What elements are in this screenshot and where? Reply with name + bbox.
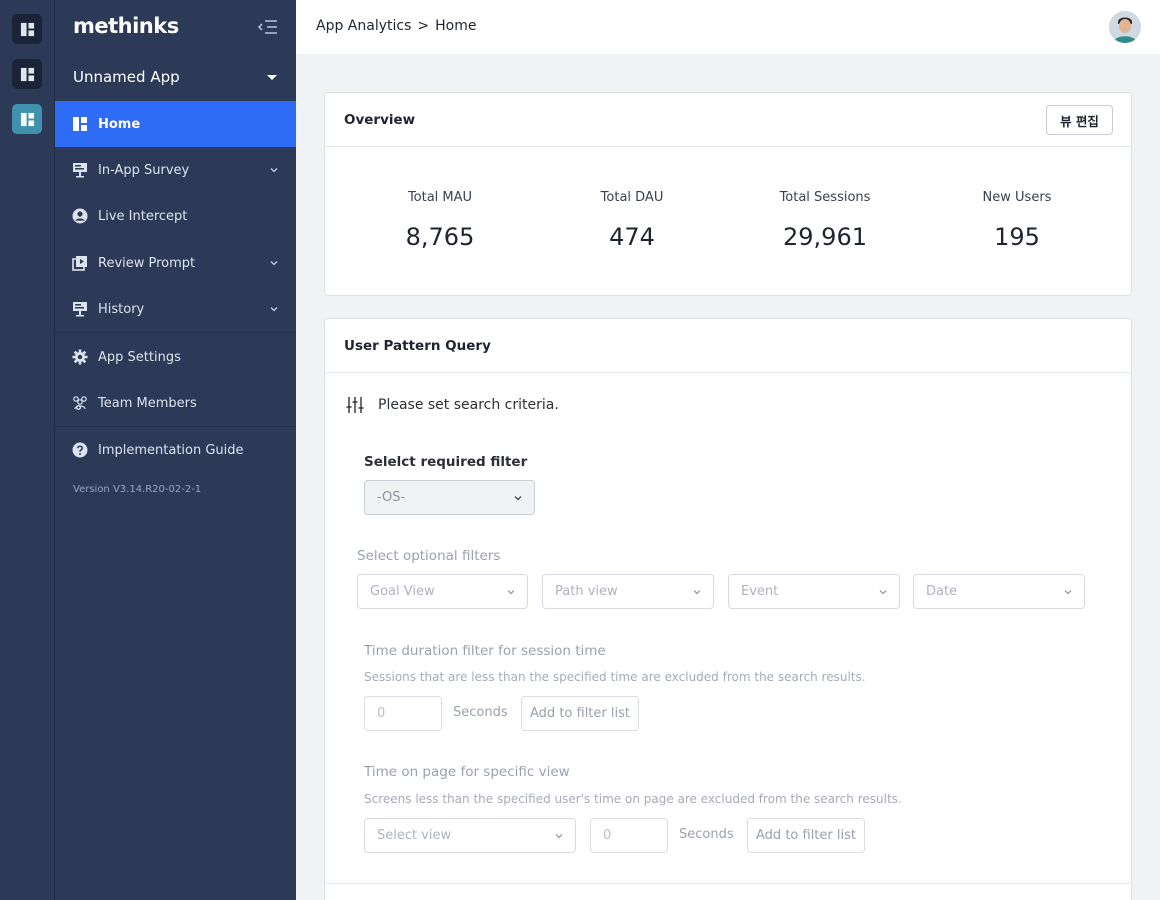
sidebar-item-live-intercept[interactable]: Live Intercept (55, 193, 296, 239)
breadcrumb-item[interactable]: App Analytics (316, 18, 411, 34)
chevron-down-icon (879, 590, 887, 595)
select-value: Path view (555, 584, 618, 599)
goal-view-select[interactable]: Goal View (357, 574, 528, 609)
query-header: User Pattern Query (325, 319, 1131, 373)
sliders-icon (346, 397, 364, 413)
presentation-icon (71, 301, 88, 318)
dashboard-icon (20, 22, 34, 36)
chevron-down-icon (507, 590, 515, 595)
stat-value: 29,961 (783, 223, 867, 251)
overview-title: Overview (344, 111, 416, 128)
chevron-down-icon (270, 168, 278, 173)
sidebar-item-implementation-guide[interactable]: Implementation Guide (55, 427, 296, 473)
stat-value: 195 (994, 223, 1040, 251)
select-value: Event (741, 584, 779, 599)
rail-app-button-2[interactable] (12, 59, 42, 89)
select-value: Select view (377, 828, 452, 843)
duration-filter-title: Time duration filter for session time (364, 643, 606, 659)
overview-card: Overview 뷰 편집 Total MAU 8,765 Total DAU … (324, 92, 1132, 296)
page-seconds-input[interactable]: 0 (590, 818, 668, 853)
view-select[interactable]: Select view (364, 818, 576, 853)
team-icon (71, 395, 88, 412)
user-circle-icon (71, 208, 88, 225)
sidebar: methinks Unnamed App Home In-App Survey … (55, 0, 296, 900)
rail-app-button-3[interactable] (12, 104, 42, 134)
caret-down-icon (267, 75, 277, 80)
duration-filter-desc: Sessions that are less than the specifie… (364, 670, 866, 684)
page-unit-label: Seconds (679, 827, 734, 842)
date-select[interactable]: Date (913, 574, 1085, 609)
stat-value: 474 (609, 223, 655, 251)
sidebar-item-label: Review Prompt (98, 255, 196, 271)
chevron-down-icon (693, 590, 701, 595)
video-stack-icon (71, 255, 88, 272)
select-value: Goal View (370, 584, 435, 599)
avatar[interactable] (1109, 11, 1141, 43)
chevron-down-icon (1064, 590, 1072, 595)
chevron-down-icon (555, 834, 563, 839)
sidebar-item-review-prompt[interactable]: Review Prompt (55, 240, 296, 286)
sidebar-item-home[interactable]: Home (55, 101, 296, 147)
stat-label: Total MAU (407, 190, 473, 205)
duration-add-to-filter-button[interactable]: Add to filter list (521, 696, 639, 731)
sidebar-item-label: Home (98, 116, 141, 132)
stat-label: Total DAU (600, 190, 664, 205)
version-label: Version V3.14.R20-02-2-1 (73, 484, 202, 495)
sidebar-item-label: In-App Survey (98, 162, 190, 178)
duration-unit-label: Seconds (453, 705, 508, 720)
overview-stats: Total MAU 8,765 Total DAU 474 Total Sess… (325, 147, 1131, 295)
collapse-menu-icon[interactable] (258, 17, 278, 37)
help-icon (71, 442, 88, 459)
user-pattern-query-card: User Pattern Query Please set search cri… (324, 318, 1133, 900)
app-rail (0, 0, 55, 900)
sidebar-item-label: History (98, 301, 145, 317)
sidebar-divider (55, 332, 296, 333)
search-criteria: Please set search criteria. (345, 395, 559, 415)
user-avatar-icon (1109, 11, 1141, 43)
stat-value: 8,765 (405, 223, 475, 251)
presentation-icon (71, 162, 88, 179)
optional-filters-title: Select optional filters (357, 548, 501, 564)
sidebar-item-label: Team Members (98, 395, 197, 411)
time-on-page-title: Time on page for specific view (364, 764, 570, 780)
dashboard-icon (71, 116, 88, 133)
chevron-down-icon (514, 496, 522, 501)
sidebar-item-team-members[interactable]: Team Members (55, 380, 296, 426)
duration-seconds-input[interactable]: 0 (364, 696, 442, 731)
criteria-text: Please set search criteria. (378, 397, 559, 413)
sidebar-item-app-settings[interactable]: App Settings (55, 334, 296, 380)
required-filter-title: Selelct required filter (364, 454, 528, 470)
breadcrumb: App Analytics > Home (316, 18, 476, 34)
edit-view-button[interactable]: 뷰 편집 (1046, 105, 1113, 135)
gear-icon (71, 349, 88, 366)
os-select[interactable]: -OS- (364, 480, 535, 515)
logo: methinks (73, 14, 179, 38)
sidebar-item-label: Implementation Guide (98, 442, 244, 458)
stat-label: Total Sessions (779, 190, 871, 205)
sidebar-item-in-app-survey[interactable]: In-App Survey (55, 147, 296, 193)
breadcrumb-separator: > (417, 18, 430, 34)
path-view-select[interactable]: Path view (542, 574, 714, 609)
sidebar-item-label: Live Intercept (98, 208, 188, 224)
time-on-page-desc: Screens less than the specified user's t… (364, 792, 902, 806)
select-value: Date (926, 584, 958, 599)
overview-header: Overview 뷰 편집 (325, 93, 1131, 147)
chevron-down-icon (270, 261, 278, 266)
chevron-down-icon (270, 307, 278, 312)
select-value: -OS- (377, 490, 406, 505)
dashboard-icon (20, 67, 34, 81)
breadcrumb-item: Home (435, 18, 477, 34)
top-bar: App Analytics > Home (296, 0, 1160, 54)
dashboard-icon (20, 112, 34, 126)
stat-label: New Users (982, 190, 1052, 205)
sidebar-item-history[interactable]: History (55, 286, 296, 332)
sidebar-item-label: App Settings (98, 349, 181, 365)
card-footer-divider (325, 883, 1133, 884)
rail-app-button-1[interactable] (12, 14, 42, 44)
query-title: User Pattern Query (344, 337, 491, 354)
event-select[interactable]: Event (728, 574, 900, 609)
page-add-to-filter-button[interactable]: Add to filter list (747, 818, 865, 853)
app-selector[interactable]: Unnamed App (55, 54, 296, 100)
app-name: Unnamed App (73, 68, 180, 86)
